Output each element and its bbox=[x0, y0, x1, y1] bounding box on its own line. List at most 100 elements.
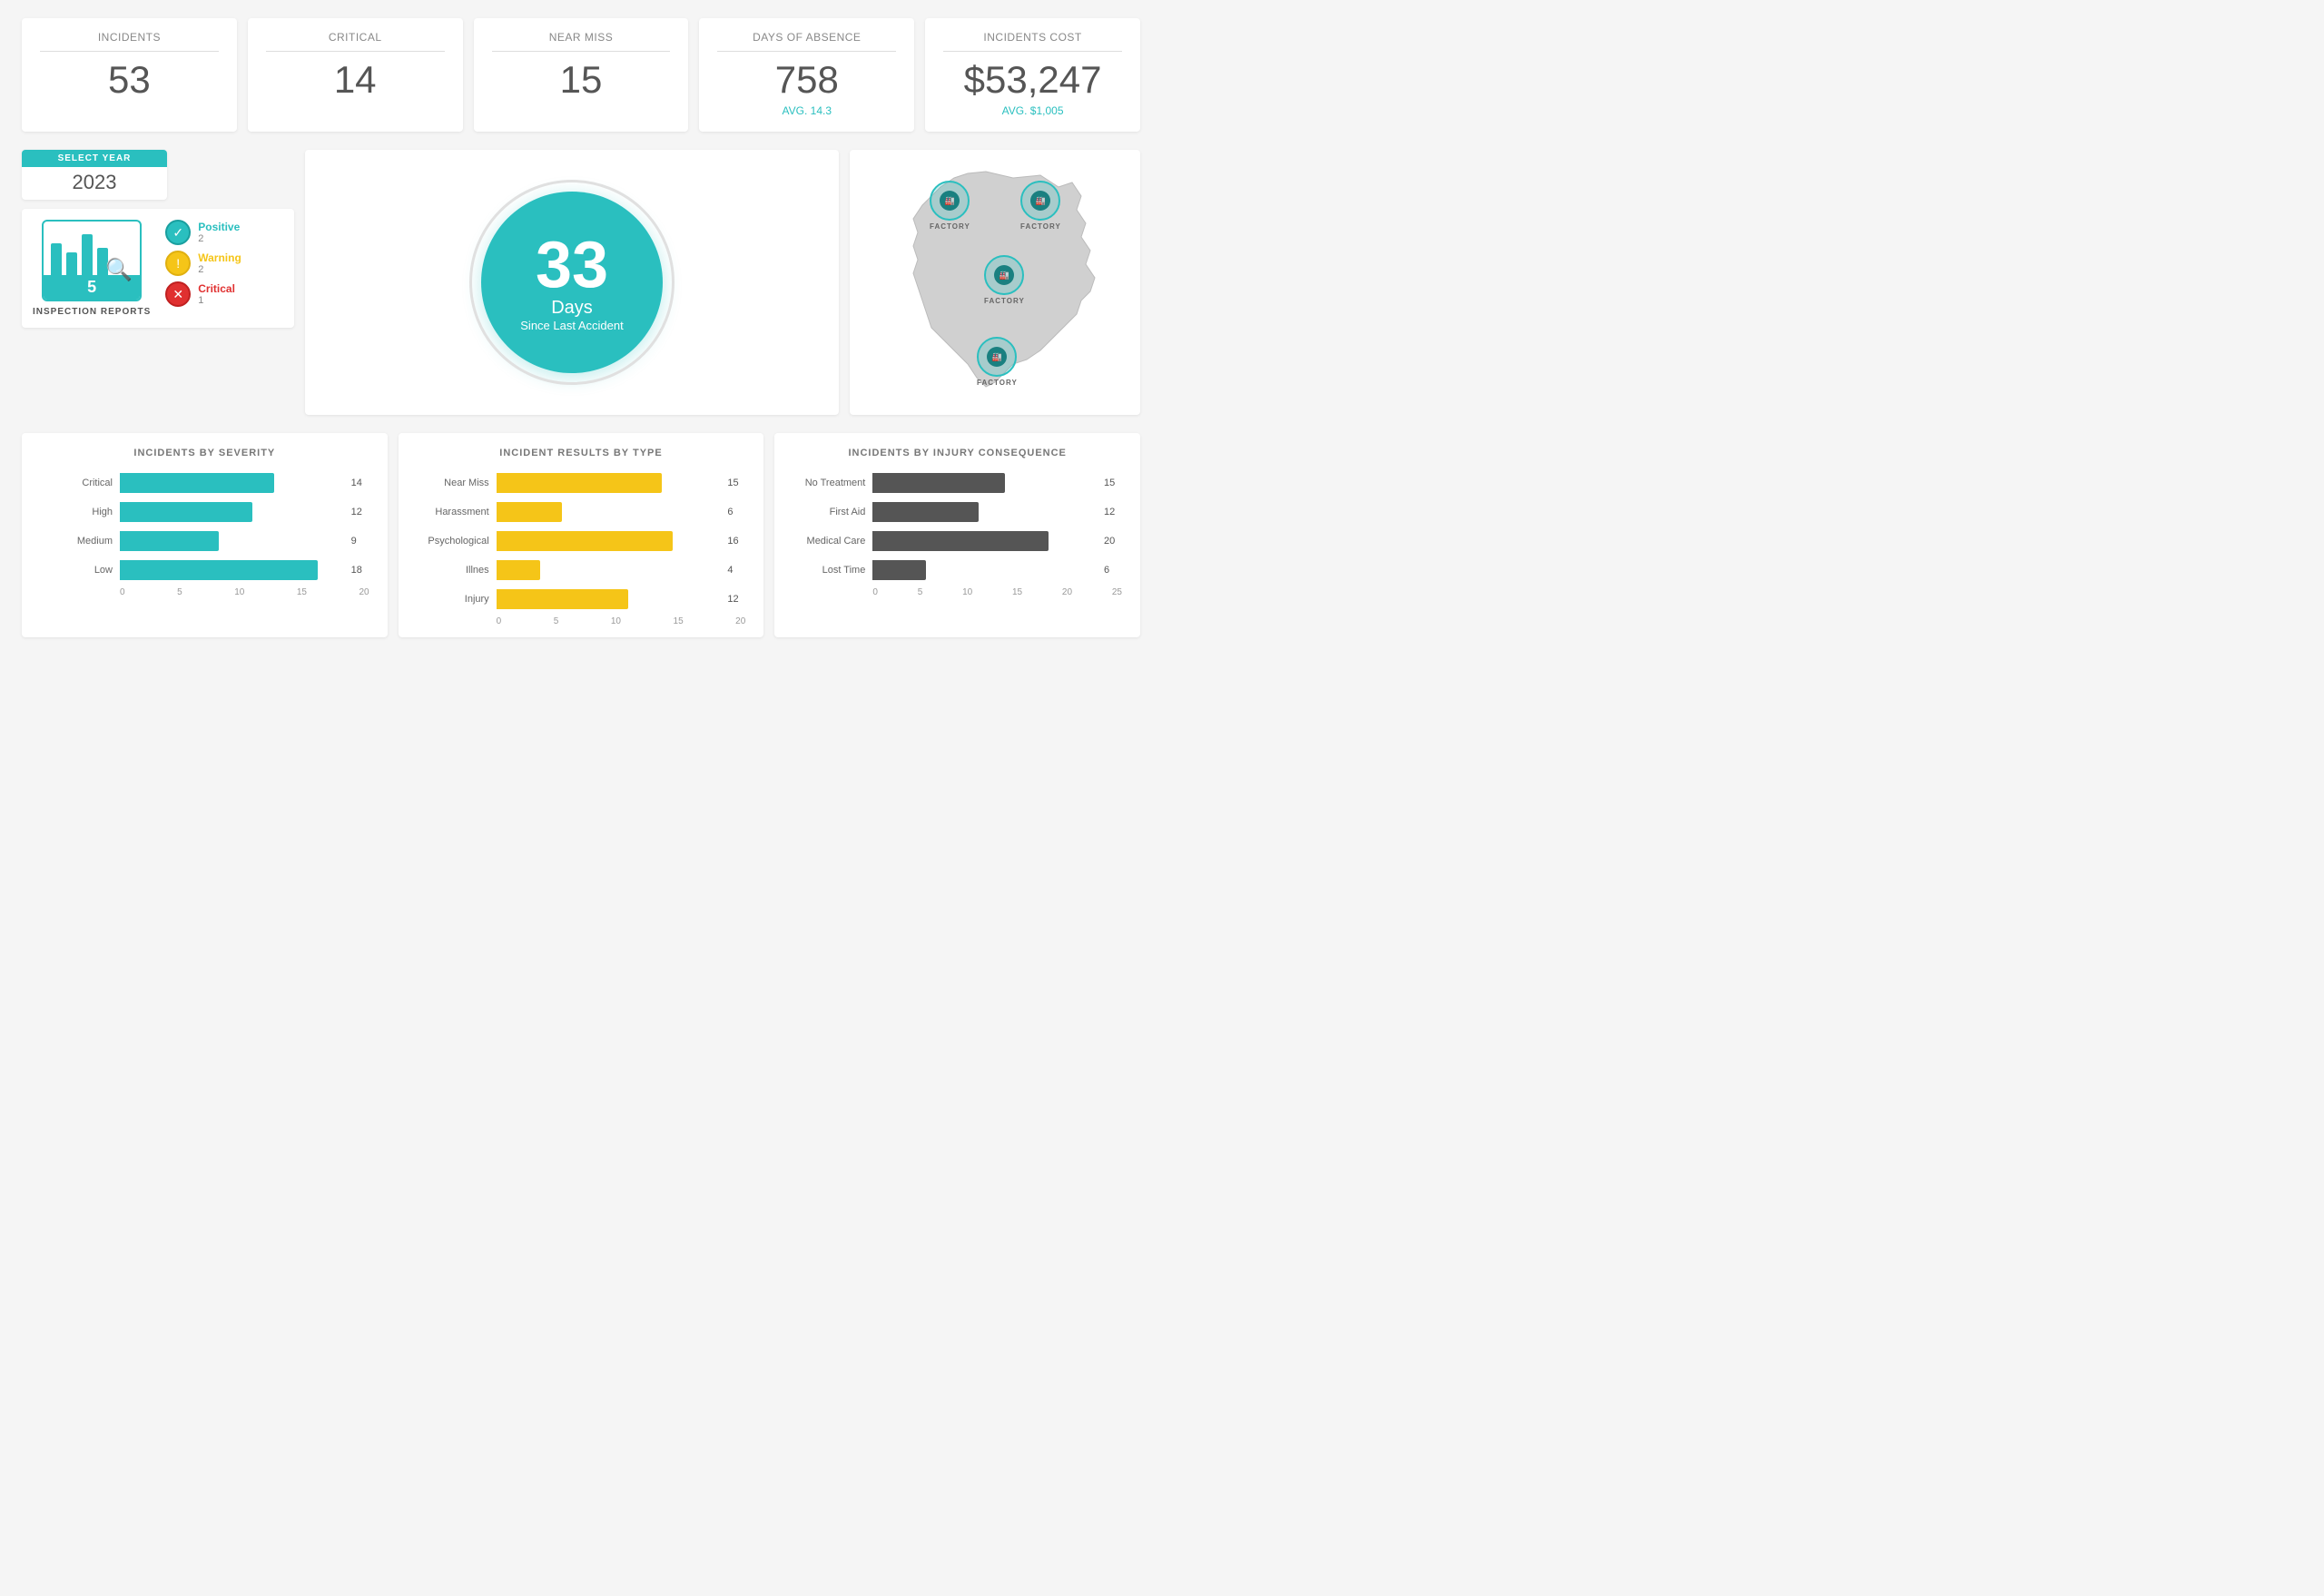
bar-track-0 bbox=[120, 473, 340, 493]
bar-value-1: 12 bbox=[1104, 507, 1122, 517]
kpi-label-4: Incidents Cost bbox=[943, 31, 1122, 52]
kpi-sub-3: AVG. 14.3 bbox=[717, 104, 896, 117]
bar-value-1: 6 bbox=[727, 507, 745, 517]
bar-value-2: 20 bbox=[1104, 536, 1122, 547]
positive-count: 2 bbox=[198, 233, 240, 244]
bar-row: Injury 12 bbox=[417, 589, 746, 609]
bar-chart: Near Miss 15 Harassment 6 Psychological … bbox=[417, 473, 746, 609]
germany-map: 🏭 FACTORY 🏭 FACTORY 🏭 FACTORY 🏭 FACTORY bbox=[868, 164, 1122, 400]
kpi-label-2: Near Miss bbox=[492, 31, 671, 52]
factory-inner-1: 🏭 bbox=[1030, 191, 1050, 211]
bar-track-0 bbox=[872, 473, 1093, 493]
bar-fill-0 bbox=[120, 473, 274, 493]
left-panel: SELECT YEAR 2023 🔍 5 INSP bbox=[22, 150, 294, 415]
bar-fill-2 bbox=[872, 531, 1049, 551]
bar-track-0 bbox=[497, 473, 717, 493]
bar-label-2: Medical Care bbox=[793, 536, 865, 547]
x-axis-label: 10 bbox=[611, 616, 621, 626]
chart-card: INCIDENTS BY INJURY CONSEQUENCE No Treat… bbox=[774, 433, 1140, 637]
map-panel: 🏭 FACTORY 🏭 FACTORY 🏭 FACTORY 🏭 FACTORY bbox=[850, 150, 1140, 415]
factory-marker-3: 🏭 FACTORY bbox=[977, 337, 1018, 387]
chart-title: INCIDENTS BY INJURY CONSEQUENCE bbox=[793, 448, 1122, 458]
x-axis-label: 10 bbox=[234, 587, 244, 597]
year-selector[interactable]: SELECT YEAR 2023 bbox=[22, 150, 167, 200]
chart-card: INCIDENT RESULTS BY TYPE Near Miss 15 Ha… bbox=[399, 433, 764, 637]
accident-number: 33 bbox=[536, 232, 608, 298]
x-axis-label: 0 bbox=[872, 587, 878, 597]
warning-text: Warning 2 bbox=[198, 251, 241, 275]
kpi-label-3: Days of Absence bbox=[717, 31, 896, 52]
factory-inner-3: 🏭 bbox=[987, 347, 1007, 367]
bar-label-3: Lost Time bbox=[793, 565, 865, 576]
bar-row: High 12 bbox=[40, 502, 369, 522]
status-item-warning: ! Warning 2 bbox=[165, 251, 241, 276]
bar-row: First Aid 12 bbox=[793, 502, 1122, 522]
factory-marker-0: 🏭 FACTORY bbox=[930, 181, 970, 231]
warning-count: 2 bbox=[198, 264, 241, 275]
bar-fill-3 bbox=[497, 560, 541, 580]
center-panel: 33 Days Since Last Accident bbox=[305, 150, 839, 415]
x-axis-label: 10 bbox=[962, 587, 972, 597]
kpi-row: Incidents 53 Critical 14 Near Miss 15 Da… bbox=[22, 18, 1140, 132]
accident-circle: 33 Days Since Last Accident bbox=[481, 192, 663, 373]
magnifier-icon: 🔍 bbox=[105, 257, 133, 283]
bar-row: Harassment 6 bbox=[417, 502, 746, 522]
bar-row: Illnes 4 bbox=[417, 560, 746, 580]
bar-label-1: High bbox=[40, 507, 113, 517]
bar-value-3: 4 bbox=[727, 565, 745, 576]
bar-fill-3 bbox=[872, 560, 925, 580]
kpi-value-3: 758 bbox=[717, 59, 896, 101]
chart-card: INCIDENTS BY SEVERITY Critical 14 High 1… bbox=[22, 433, 388, 637]
x-axis: 0510152025 bbox=[793, 587, 1122, 597]
bar-track-3 bbox=[872, 560, 1093, 580]
bar-label-3: Low bbox=[40, 565, 113, 576]
bar-label-1: Harassment bbox=[417, 507, 489, 517]
year-value: 2023 bbox=[22, 167, 167, 200]
bar-label-3: Illnes bbox=[417, 565, 489, 576]
x-axis-label: 5 bbox=[918, 587, 923, 597]
x-axis: 05101520 bbox=[40, 587, 369, 597]
factory-inner-2: 🏭 bbox=[994, 265, 1014, 285]
bar-fill-1 bbox=[872, 502, 978, 522]
status-item-positive: ✓ Positive 2 bbox=[165, 220, 241, 245]
factory-bubble-0: 🏭 bbox=[930, 181, 970, 221]
positive-label: Positive bbox=[198, 221, 240, 233]
bar-row: Medium 9 bbox=[40, 531, 369, 551]
bar-fill-2 bbox=[120, 531, 219, 551]
factory-label-3: FACTORY bbox=[977, 379, 1018, 387]
bar-track-1 bbox=[497, 502, 717, 522]
inspection-label: INSPECTION REPORTS bbox=[33, 307, 151, 317]
kpi-card-2: Near Miss 15 bbox=[474, 18, 689, 132]
bar-label-4: Injury bbox=[417, 594, 489, 605]
kpi-value-4: $53,247 bbox=[943, 59, 1122, 101]
factory-bubble-1: 🏭 bbox=[1020, 181, 1060, 221]
x-axis-label: 15 bbox=[1012, 587, 1022, 597]
x-axis-label: 20 bbox=[359, 587, 369, 597]
factory-marker-2: 🏭 FACTORY bbox=[984, 255, 1025, 305]
chart-title: INCIDENT RESULTS BY TYPE bbox=[417, 448, 746, 458]
warning-label: Warning bbox=[198, 251, 241, 264]
kpi-card-0: Incidents 53 bbox=[22, 18, 237, 132]
bar-value-0: 14 bbox=[351, 478, 369, 488]
critical-icon: ✕ bbox=[165, 281, 191, 307]
bar-track-2 bbox=[497, 531, 717, 551]
bar-value-3: 18 bbox=[351, 565, 369, 576]
status-items: ✓ Positive 2 ! Warning 2 ✕ Critical 1 bbox=[165, 220, 241, 307]
bar-row: Psychological 16 bbox=[417, 531, 746, 551]
bar-track-1 bbox=[120, 502, 340, 522]
chart-title: INCIDENTS BY SEVERITY bbox=[40, 448, 369, 458]
x-axis-label: 15 bbox=[674, 616, 684, 626]
factory-bubble-2: 🏭 bbox=[984, 255, 1024, 295]
accident-days: Days bbox=[551, 298, 593, 319]
x-axis-label: 20 bbox=[1062, 587, 1072, 597]
bar-fill-3 bbox=[120, 560, 318, 580]
kpi-sub-4: AVG. $1,005 bbox=[943, 104, 1122, 117]
bar-chart: No Treatment 15 First Aid 12 Medical Car… bbox=[793, 473, 1122, 580]
bar-label-0: Near Miss bbox=[417, 478, 489, 488]
x-axis-label: 20 bbox=[735, 616, 745, 626]
factory-marker-1: 🏭 FACTORY bbox=[1020, 181, 1061, 231]
bar-value-4: 12 bbox=[727, 594, 745, 605]
bar-fill-0 bbox=[497, 473, 662, 493]
kpi-card-1: Critical 14 bbox=[248, 18, 463, 132]
bar-value-2: 16 bbox=[727, 536, 745, 547]
